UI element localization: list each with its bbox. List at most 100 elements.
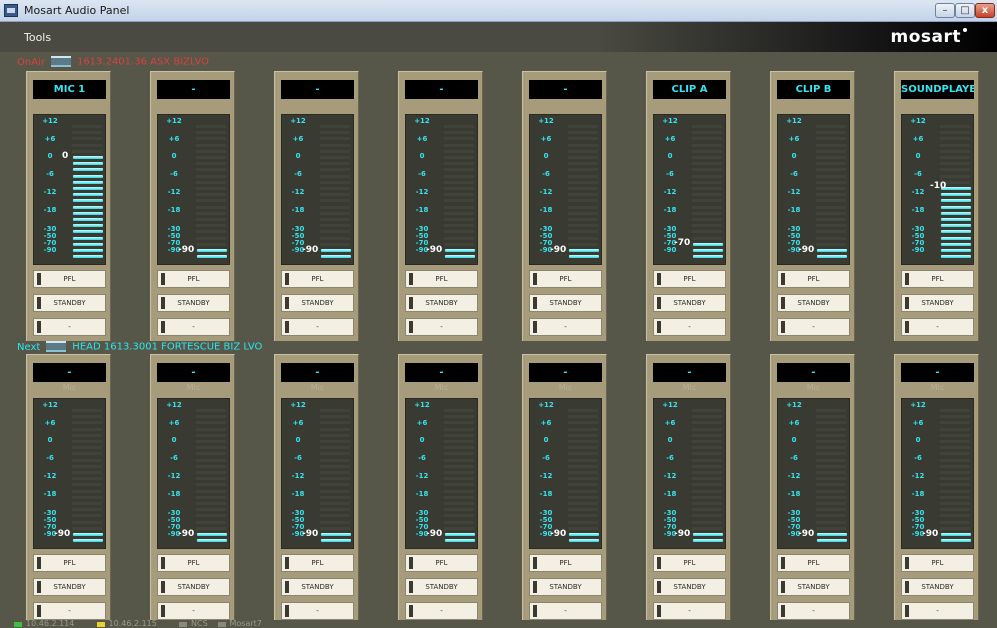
meter-segment	[320, 464, 350, 468]
meter-segment	[444, 502, 474, 505]
meter-scale-label: +6	[664, 419, 676, 427]
meter-lit-segment	[941, 255, 971, 259]
meter-segment	[320, 433, 350, 437]
standby-button[interactable]: STANDBY	[653, 294, 726, 312]
pfl-button[interactable]: PFL	[653, 270, 726, 288]
channel-option-button[interactable]: -	[529, 602, 602, 620]
pfl-button[interactable]: PFL	[777, 270, 850, 288]
menu-tools[interactable]: Tools	[24, 31, 51, 44]
meter-segment	[320, 514, 350, 518]
channel-option-button[interactable]: -	[157, 602, 230, 620]
meter-segment	[196, 149, 226, 153]
standby-button[interactable]: STANDBY	[281, 578, 354, 596]
meter-segment	[320, 409, 350, 412]
meter-segment	[568, 495, 598, 499]
channel-option-button-label: -	[68, 607, 71, 615]
meter-lit-segment	[941, 199, 971, 203]
standby-button[interactable]: STANDBY	[405, 578, 478, 596]
meter-segment	[816, 224, 846, 228]
channel-option-button[interactable]: -	[653, 602, 726, 620]
close-button[interactable]: x	[975, 3, 995, 18]
standby-button[interactable]: STANDBY	[653, 578, 726, 596]
standby-button[interactable]: STANDBY	[777, 294, 850, 312]
pfl-button[interactable]: PFL	[157, 554, 230, 572]
channel-option-button[interactable]: -	[777, 602, 850, 620]
meter-scale-label: -12	[787, 472, 801, 480]
standby-button[interactable]: STANDBY	[281, 294, 354, 312]
meter-segment	[568, 502, 598, 505]
standby-button[interactable]: STANDBY	[901, 294, 974, 312]
meter-scale-label: +6	[912, 135, 924, 143]
channel-option-button-label: -	[812, 607, 815, 615]
standby-button[interactable]: STANDBY	[157, 294, 230, 312]
title-bar[interactable]: Mosart Audio Panel – □ x	[0, 0, 997, 22]
channel-option-button[interactable]: -	[33, 318, 106, 336]
meter-lit-segment	[941, 224, 971, 228]
meter-scale-label: 0	[171, 152, 177, 160]
minimize-button[interactable]: –	[935, 3, 955, 18]
channel-option-button-label: -	[936, 607, 939, 615]
maximize-button[interactable]: □	[955, 3, 975, 18]
meter-segment	[72, 137, 102, 141]
pfl-button[interactable]: PFL	[33, 554, 106, 572]
meter-lit-segment	[817, 533, 847, 536]
pfl-button[interactable]: PFL	[529, 554, 602, 572]
pfl-button[interactable]: PFL	[405, 554, 478, 572]
standby-button[interactable]: STANDBY	[777, 578, 850, 596]
channel-option-button[interactable]: -	[901, 602, 974, 620]
channel-name: CLIP A	[653, 80, 726, 99]
meter-segment	[196, 242, 226, 246]
channel-option-button[interactable]: -	[653, 318, 726, 336]
pfl-button[interactable]: PFL	[901, 554, 974, 572]
pfl-button-label: PFL	[683, 559, 696, 567]
meter-segment	[816, 236, 846, 240]
meter-scale-label: 0	[915, 436, 921, 444]
meter-segment	[568, 125, 598, 128]
pfl-button[interactable]: PFL	[777, 554, 850, 572]
channel-option-button[interactable]: -	[281, 318, 354, 336]
channel-option-button[interactable]: -	[157, 318, 230, 336]
button-indicator-icon	[905, 581, 909, 593]
meter-segment	[444, 508, 474, 512]
meter-segment	[444, 156, 474, 159]
channel-option-button[interactable]: -	[777, 318, 850, 336]
pfl-button-label: PFL	[63, 275, 76, 283]
meter-segment	[444, 464, 474, 468]
pfl-button-label: PFL	[931, 559, 944, 567]
meter-scale-label: 0	[791, 436, 797, 444]
standby-button[interactable]: STANDBY	[901, 578, 974, 596]
pfl-button[interactable]: PFL	[281, 270, 354, 288]
level-readout: -70	[674, 238, 691, 248]
channel-option-button[interactable]: -	[901, 318, 974, 336]
meter-scale-label: -18	[291, 490, 305, 498]
meter-lit-segment	[73, 205, 103, 209]
pfl-button[interactable]: PFL	[653, 554, 726, 572]
pfl-button[interactable]: PFL	[281, 554, 354, 572]
channel-option-button[interactable]: -	[405, 602, 478, 620]
standby-button[interactable]: STANDBY	[529, 578, 602, 596]
meter-segment	[444, 143, 474, 147]
meter-segment	[692, 433, 722, 437]
channel-option-button[interactable]: -	[33, 602, 106, 620]
meter-segment	[816, 427, 846, 431]
pfl-button[interactable]: PFL	[405, 270, 478, 288]
standby-button[interactable]: STANDBY	[529, 294, 602, 312]
pfl-button[interactable]: PFL	[157, 270, 230, 288]
meter-segment	[940, 477, 970, 481]
standby-button[interactable]: STANDBY	[405, 294, 478, 312]
channel-option-button[interactable]: -	[405, 318, 478, 336]
meter-scale-label: +6	[912, 419, 924, 427]
meter-segment	[568, 230, 598, 234]
pfl-button[interactable]: PFL	[33, 270, 106, 288]
meter-segment	[444, 471, 474, 474]
standby-button[interactable]: STANDBY	[33, 294, 106, 312]
button-indicator-icon	[161, 273, 165, 285]
button-indicator-icon	[905, 557, 909, 569]
standby-button[interactable]: STANDBY	[157, 578, 230, 596]
standby-button[interactable]: STANDBY	[33, 578, 106, 596]
pfl-button[interactable]: PFL	[529, 270, 602, 288]
standby-button-label: STANDBY	[53, 299, 86, 307]
pfl-button[interactable]: PFL	[901, 270, 974, 288]
channel-option-button[interactable]: -	[529, 318, 602, 336]
channel-option-button[interactable]: -	[281, 602, 354, 620]
